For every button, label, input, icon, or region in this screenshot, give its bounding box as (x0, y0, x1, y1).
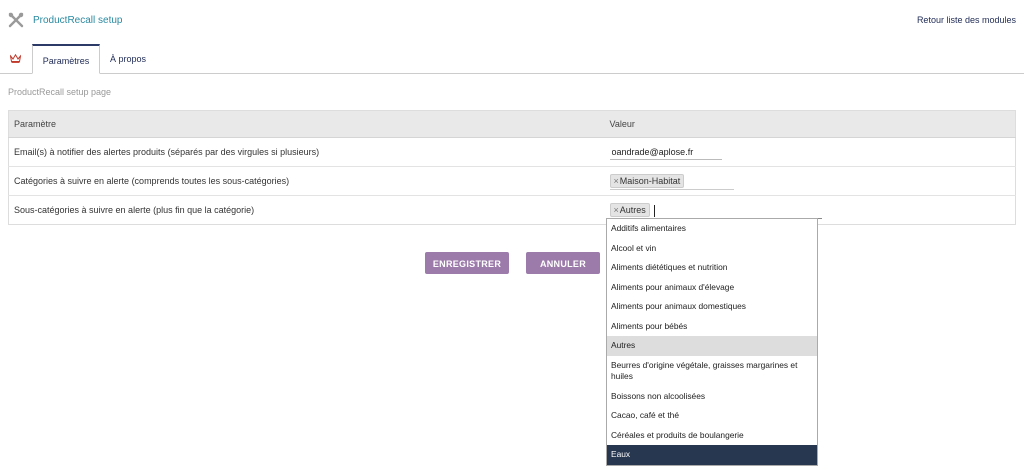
row-value-categories: ×Maison-Habitat (604, 166, 1016, 196)
table-row: Email(s) à notifier des alertes produits… (8, 137, 1016, 167)
dropdown-option[interactable]: Eaux (607, 445, 817, 465)
column-header-valeur: Valeur (604, 110, 1016, 138)
settings-table: Paramètre Valeur Email(s) à notifier des… (8, 110, 1016, 225)
table-row: Sous-catégories à suivre en alerte (plus… (9, 196, 1016, 225)
chip-label: Maison-Habitat (619, 176, 681, 186)
column-header-parametre: Paramètre (8, 110, 605, 138)
dropdown-option[interactable]: Aliments pour bébés (607, 317, 817, 337)
page-subtitle: ProductRecall setup page (8, 87, 112, 97)
dropdown-option[interactable]: Aliments diététiques et nutrition (607, 258, 817, 278)
app-title: ProductRecall setup (33, 15, 123, 26)
category-chip: ×Maison-Habitat (609, 174, 685, 188)
email-input[interactable] (609, 144, 722, 160)
row-label-categories: Catégories à suivre en alerte (comprends… (8, 166, 605, 196)
dropdown-option[interactable]: Beurres d'origine végétale, graisses mar… (607, 356, 817, 387)
table-row: Catégories à suivre en alerte (comprends… (8, 166, 1016, 196)
tools-icon (8, 12, 24, 28)
subcategory-chip: ×Autres (609, 203, 650, 217)
dropdown-option[interactable]: Boissons non alcoolisées (607, 387, 817, 407)
cancel-button[interactable]: ANNULER (526, 252, 600, 274)
tab-a-propos[interactable]: À propos (101, 44, 155, 74)
text-cursor (653, 204, 655, 217)
chip-remove-icon[interactable]: × (614, 205, 619, 215)
crown-icon (10, 54, 21, 63)
table-header-row: Paramètre Valeur (8, 110, 1016, 138)
dropdown-option[interactable]: Additifs alimentaires (607, 219, 817, 239)
subcategories-multiselect[interactable]: ×Autres (609, 201, 822, 219)
chip-label: Autres (619, 205, 646, 215)
tab-parametres[interactable]: Paramètres (32, 44, 100, 74)
categories-multiselect[interactable]: ×Maison-Habitat (609, 172, 734, 190)
dropdown-option[interactable]: Aliments pour animaux domestiques (607, 297, 817, 317)
dropdown-option[interactable]: Cacao, café et thé (607, 406, 817, 426)
subcategory-dropdown-list: Additifs alimentaires Alcool et vin Alimen… (606, 218, 818, 466)
row-value-email (604, 137, 1016, 167)
row-label-email: Email(s) à notifier des alertes produits… (8, 137, 605, 167)
dropdown-option[interactable]: Aliments pour animaux d'élevage (607, 278, 817, 298)
top-bar: ProductRecall setup Retour liste des mod… (0, 0, 1024, 40)
dropdown-option[interactable]: Alcool et vin (607, 239, 817, 259)
save-button[interactable]: ENREGISTRER (425, 252, 509, 274)
chip-remove-icon[interactable]: × (614, 176, 619, 186)
tab-bar: Paramètres À propos (0, 44, 1024, 74)
row-label-subcategories: Sous-catégories à suivre en alerte (plus… (14, 205, 255, 215)
dropdown-option[interactable]: Autres (607, 336, 817, 356)
dropdown-option[interactable]: Céréales et produits de boulangerie (607, 426, 817, 446)
back-to-modules-link[interactable]: Retour liste des modules (917, 15, 1016, 25)
